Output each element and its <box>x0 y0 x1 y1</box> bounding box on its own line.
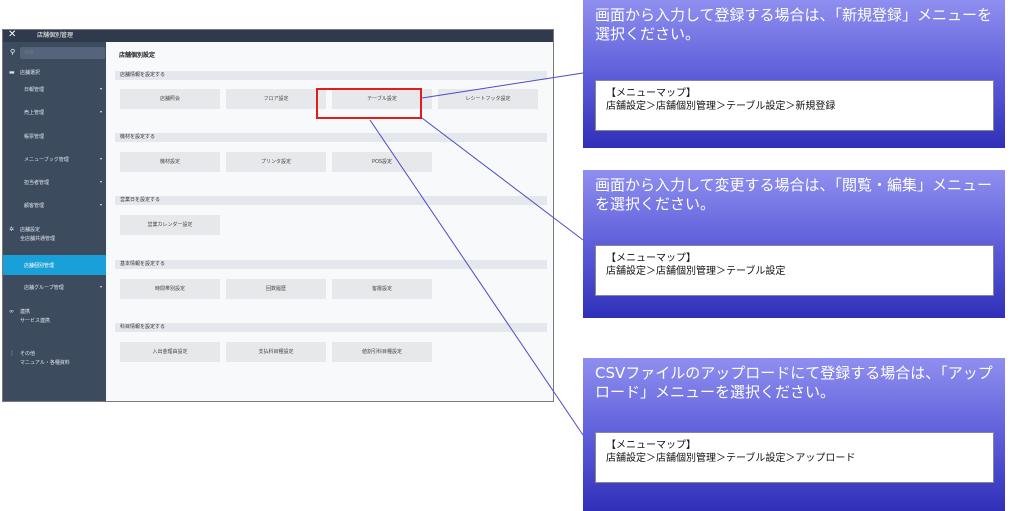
menu-map-box: 【メニューマップ】 店舗設定＞店舗個別管理＞テーブル設定＞新規登録 <box>595 80 994 131</box>
menu-map-title: 【メニューマップ】 <box>606 440 696 451</box>
callout-text: 画面から入力して登録する場合は、「新規登録」メニューを選択ください。 <box>595 6 993 43</box>
menu-map-title: 【メニューマップ】 <box>606 88 696 99</box>
connector-line <box>421 117 584 241</box>
callout-text: CSVファイルのアップロードにて登録する場合は、「アップロード」メニューを選択く… <box>595 364 993 401</box>
menu-map-title: 【メニューマップ】 <box>606 253 696 264</box>
connector-line <box>369 119 584 436</box>
callout-upload: CSVファイルのアップロードにて登録する場合は、「アップロード」メニューを選択く… <box>583 358 1005 511</box>
menu-map-box: 【メニューマップ】 店舗設定＞店舗個別管理＞テーブル設定 <box>595 245 994 296</box>
menu-map-path: 店舗設定＞店舗個別管理＞テーブル設定＞アップロード <box>606 453 856 464</box>
menu-map-path: 店舗設定＞店舗個別管理＞テーブル設定 <box>606 266 786 277</box>
menu-map-box: 【メニューマップ】 店舗設定＞店舗個別管理＞テーブル設定＞アップロード <box>595 432 994 483</box>
menu-map-path: 店舗設定＞店舗個別管理＞テーブル設定＞新規登録 <box>606 101 836 112</box>
callout-register: 画面から入力して登録する場合は、「新規登録」メニューを選択ください。 【メニュー… <box>583 0 1005 148</box>
callout-text: 画面から入力して変更する場合は、「閲覧・編集」メニューを選択ください。 <box>595 176 993 213</box>
connector-line <box>421 72 584 99</box>
callout-edit: 画面から入力して変更する場合は、「閲覧・編集」メニューを選択ください。 【メニュ… <box>583 170 1005 318</box>
